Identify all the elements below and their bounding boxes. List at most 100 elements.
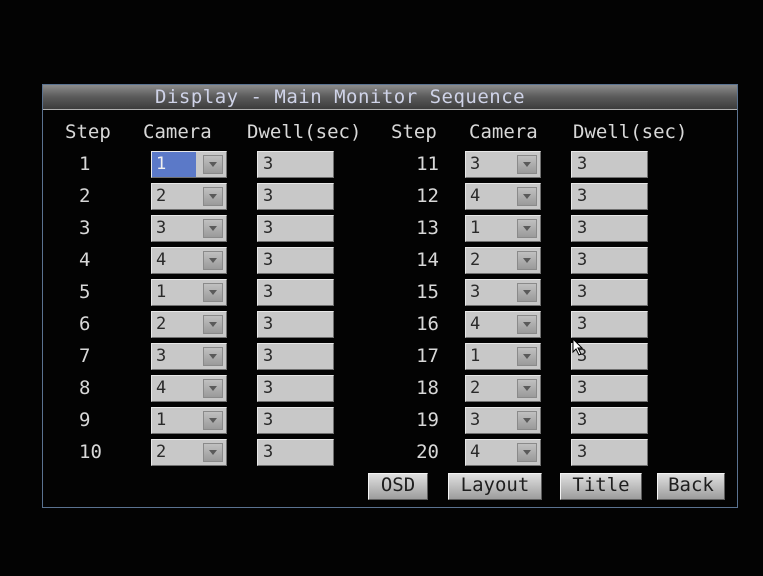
camera-select[interactable]: 1: [151, 151, 227, 178]
camera-select[interactable]: 3: [465, 407, 541, 434]
dwell-input[interactable]: 3: [257, 343, 334, 370]
dwell-input[interactable]: 3: [571, 215, 648, 242]
back-button[interactable]: Back: [657, 473, 725, 500]
title-button[interactable]: Title: [560, 473, 642, 500]
step-number: 15: [416, 281, 439, 303]
camera-select-value: 1: [470, 346, 481, 366]
camera-select[interactable]: 2: [151, 439, 227, 466]
camera-select-value: 2: [470, 250, 481, 270]
chevron-down-icon[interactable]: [203, 251, 223, 270]
camera-select-value: 2: [156, 186, 167, 206]
chevron-down-icon[interactable]: [517, 443, 537, 462]
camera-select-value: 2: [156, 442, 167, 462]
dwell-input[interactable]: 3: [257, 151, 334, 178]
camera-select-value: 1: [470, 218, 481, 238]
step-number: 18: [416, 377, 439, 399]
dialog-titlebar: Display - Main Monitor Sequence: [43, 85, 737, 110]
step-number: 2: [79, 185, 91, 207]
camera-select[interactable]: 1: [465, 215, 541, 242]
dwell-input[interactable]: 3: [257, 183, 334, 210]
step-number: 14: [416, 249, 439, 271]
camera-select[interactable]: 3: [465, 151, 541, 178]
chevron-down-icon[interactable]: [517, 315, 537, 334]
step-number: 19: [416, 409, 439, 431]
sequence-dialog: Display - Main Monitor Sequence Step Cam…: [42, 84, 738, 508]
dialog-title: Display - Main Monitor Sequence: [155, 86, 526, 108]
dwell-input[interactable]: 3: [257, 407, 334, 434]
chevron-down-icon[interactable]: [203, 283, 223, 302]
camera-select[interactable]: 2: [151, 311, 227, 338]
camera-select[interactable]: 3: [151, 215, 227, 242]
camera-select[interactable]: 3: [151, 343, 227, 370]
header-step-right: Step: [391, 121, 437, 143]
camera-select-value: 3: [156, 218, 167, 238]
camera-select-value: 4: [156, 250, 167, 270]
step-number: 5: [79, 281, 91, 303]
camera-select[interactable]: 3: [465, 279, 541, 306]
chevron-down-icon[interactable]: [203, 219, 223, 238]
chevron-down-icon[interactable]: [203, 443, 223, 462]
camera-select[interactable]: 2: [465, 247, 541, 274]
step-number: 13: [416, 217, 439, 239]
dwell-input[interactable]: 3: [257, 311, 334, 338]
dwell-input[interactable]: 3: [571, 183, 648, 210]
step-number: 20: [416, 441, 439, 463]
dwell-input[interactable]: 3: [571, 279, 648, 306]
dwell-input[interactable]: 3: [571, 247, 648, 274]
dwell-input[interactable]: 3: [571, 407, 648, 434]
dwell-input[interactable]: 3: [571, 151, 648, 178]
camera-select[interactable]: 2: [151, 183, 227, 210]
chevron-down-icon[interactable]: [517, 219, 537, 238]
dwell-input[interactable]: 3: [571, 311, 648, 338]
camera-select-value: 1: [152, 152, 196, 177]
chevron-down-icon[interactable]: [517, 379, 537, 398]
chevron-down-icon[interactable]: [203, 315, 223, 334]
camera-select[interactable]: 1: [151, 279, 227, 306]
camera-select-value: 1: [156, 410, 167, 430]
header-dwell-right: Dwell(sec): [573, 121, 688, 143]
chevron-down-icon[interactable]: [203, 379, 223, 398]
layout-button[interactable]: Layout: [448, 473, 542, 500]
chevron-down-icon[interactable]: [203, 411, 223, 430]
camera-select[interactable]: 4: [465, 183, 541, 210]
dvr-screen: Display - Main Monitor Sequence Step Cam…: [0, 0, 763, 576]
chevron-down-icon[interactable]: [517, 251, 537, 270]
step-number: 9: [79, 409, 91, 431]
dwell-input[interactable]: 3: [257, 215, 334, 242]
chevron-down-icon[interactable]: [517, 411, 537, 430]
chevron-down-icon[interactable]: [517, 155, 537, 174]
header-camera-left: Camera: [143, 121, 212, 143]
chevron-down-icon[interactable]: [517, 347, 537, 366]
camera-select[interactable]: 1: [465, 343, 541, 370]
dwell-input[interactable]: 3: [257, 279, 334, 306]
header-dwell-left: Dwell(sec): [247, 121, 362, 143]
dwell-input[interactable]: 3: [257, 247, 334, 274]
osd-button[interactable]: OSD: [368, 473, 428, 500]
camera-select[interactable]: 4: [151, 247, 227, 274]
camera-select[interactable]: 4: [465, 311, 541, 338]
chevron-down-icon[interactable]: [203, 187, 223, 206]
chevron-down-icon[interactable]: [517, 283, 537, 302]
camera-select[interactable]: 2: [465, 375, 541, 402]
chevron-down-icon[interactable]: [203, 347, 223, 366]
dwell-input[interactable]: 3: [257, 439, 334, 466]
camera-select[interactable]: 4: [151, 375, 227, 402]
chevron-down-icon[interactable]: [517, 187, 537, 206]
camera-select-value: 4: [156, 378, 167, 398]
camera-select-value: 3: [156, 346, 167, 366]
camera-select[interactable]: 4: [465, 439, 541, 466]
chevron-down-icon[interactable]: [203, 155, 223, 174]
step-number: 1: [79, 153, 91, 175]
camera-select-value: 4: [470, 186, 481, 206]
step-number: 7: [79, 345, 91, 367]
dwell-input[interactable]: 3: [571, 375, 648, 402]
camera-select-value: 2: [470, 378, 481, 398]
header-step-left: Step: [65, 121, 111, 143]
dwell-input[interactable]: 3: [571, 439, 648, 466]
step-number: 10: [79, 441, 102, 463]
camera-select[interactable]: 1: [151, 407, 227, 434]
step-number: 17: [416, 345, 439, 367]
dwell-input[interactable]: 3: [257, 375, 334, 402]
camera-select-value: 3: [470, 154, 481, 174]
step-number: 6: [79, 313, 91, 335]
